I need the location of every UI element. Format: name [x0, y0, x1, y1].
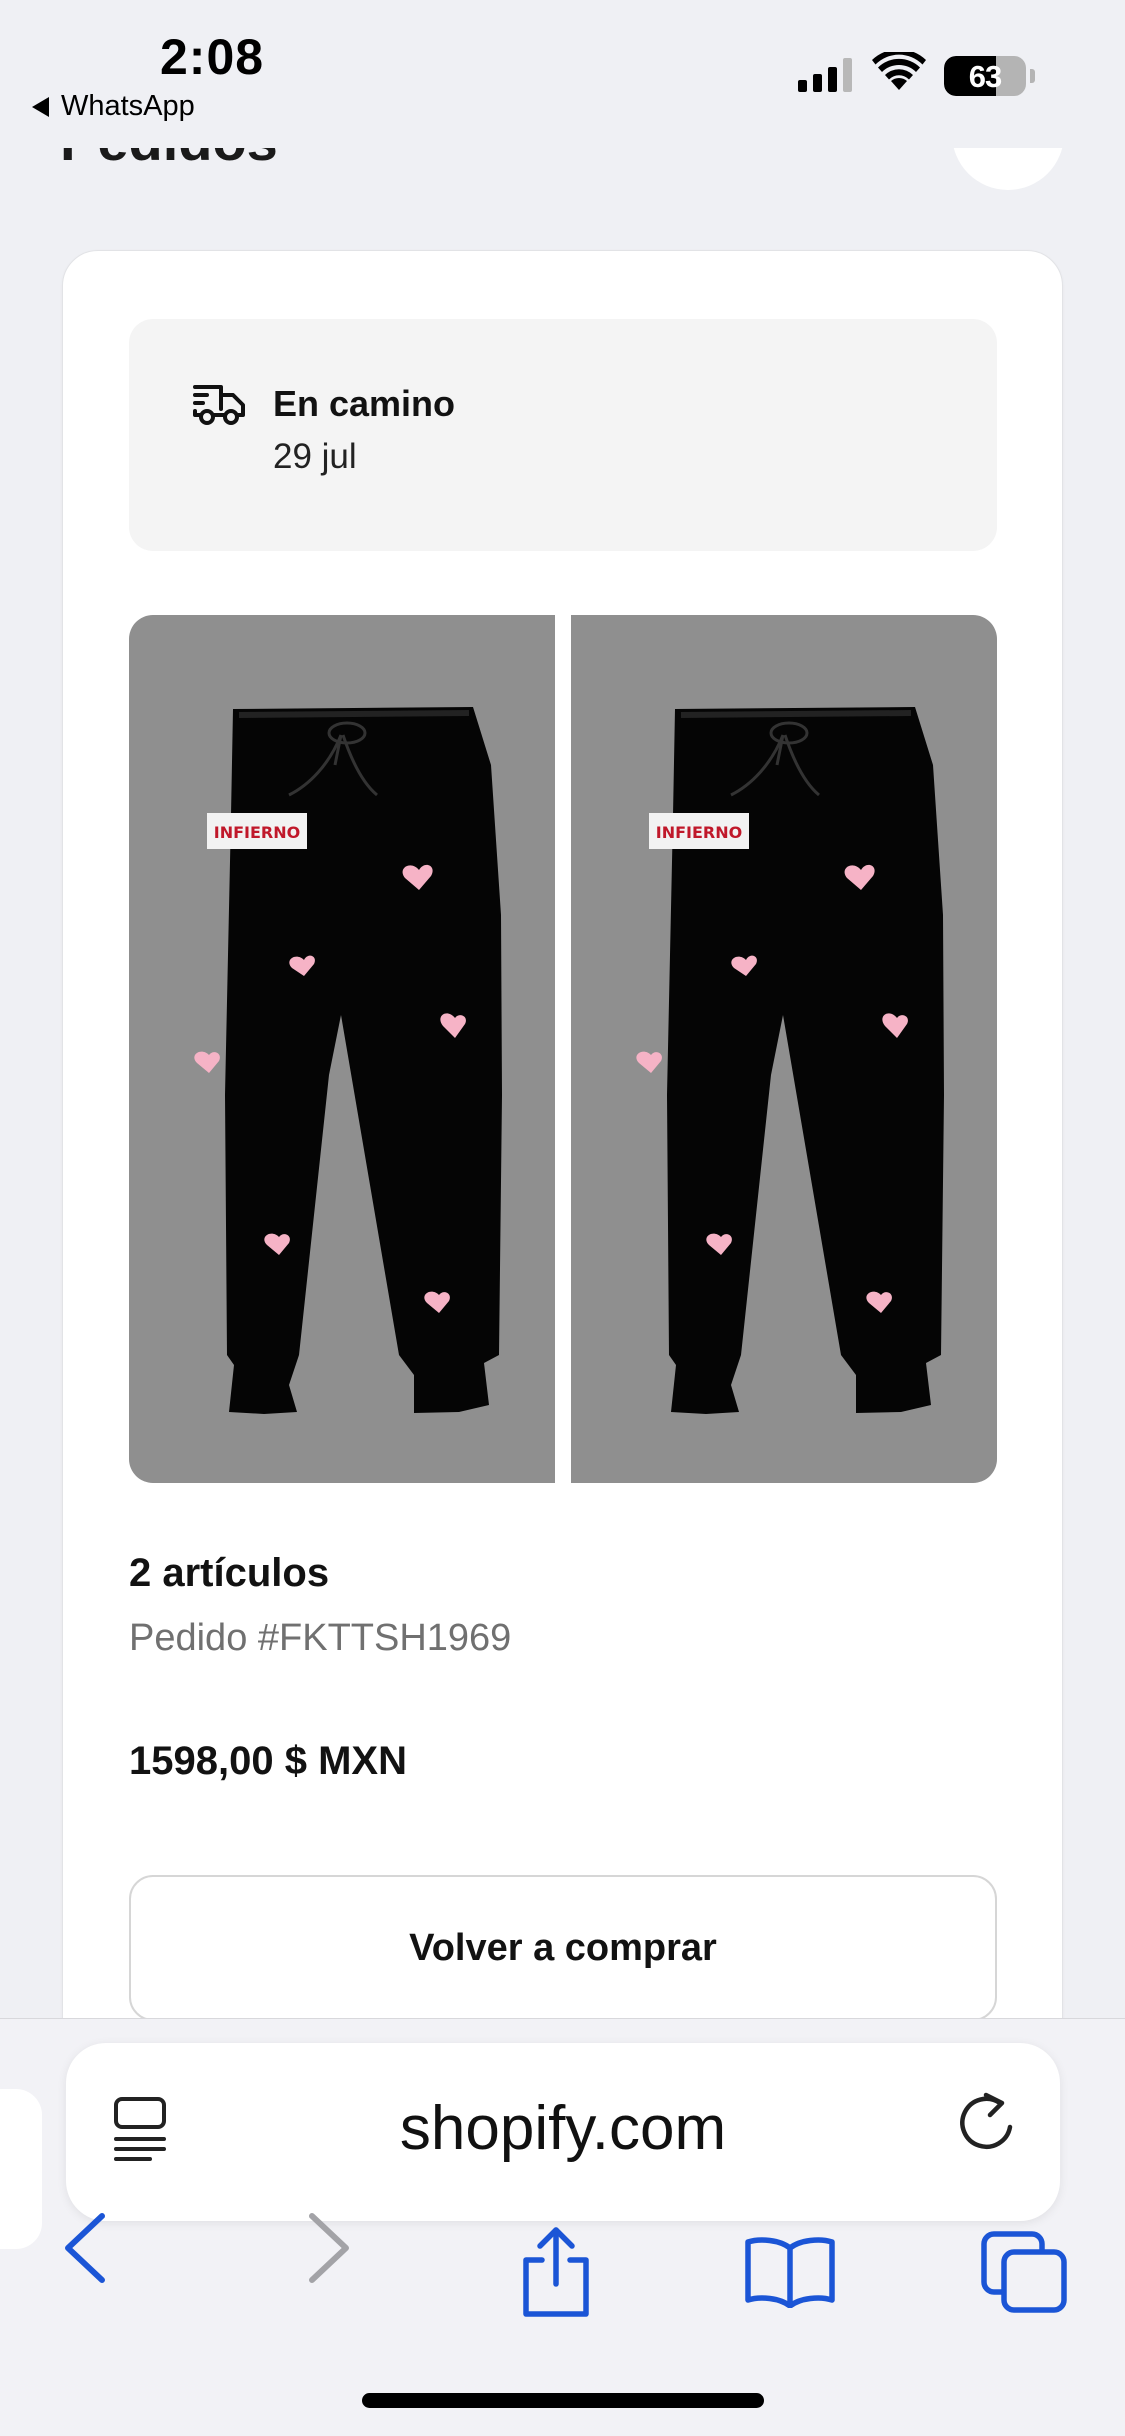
sweatpants-image: INFIERNO [636, 707, 944, 1414]
order-total: 1598,00 $ MXN [129, 1739, 407, 1783]
shipment-status-date: 29 jul [273, 437, 357, 476]
back-app-label: WhatsApp [61, 90, 195, 122]
forward-icon[interactable] [306, 2212, 352, 2284]
page-title-clipped: Pedidos [60, 148, 360, 162]
reload-icon[interactable] [956, 2089, 1018, 2159]
url-text[interactable]: shopify.com [66, 2093, 1060, 2164]
share-icon[interactable] [518, 2226, 594, 2318]
header-action-button[interactable] [952, 148, 1064, 190]
product-image[interactable]: INFIERNO [571, 615, 997, 1483]
status-time: 2:08 [160, 29, 265, 85]
wifi-icon [872, 52, 926, 90]
shipment-status-title: En camino [273, 383, 456, 424]
cellular-signal-icon [798, 58, 852, 92]
order-number: Pedido #FKTTSH1969 [129, 1617, 512, 1659]
product-image[interactable]: INFIERNO [129, 615, 555, 1483]
battery-percentage: 63 [968, 59, 1002, 94]
print-text: INFIERNO [656, 823, 742, 842]
items-count: 2 artículos [129, 1551, 330, 1595]
delivery-truck-icon [193, 385, 245, 425]
print-text: INFIERNO [214, 823, 300, 842]
home-indicator[interactable] [362, 2393, 764, 2408]
reorder-button[interactable]: Volver a comprar [129, 1875, 997, 2021]
bookmarks-icon[interactable] [744, 2234, 836, 2308]
back-icon[interactable] [62, 2212, 108, 2284]
sweatpants-image: INFIERNO [194, 707, 502, 1414]
status-bar: 2:08 WhatsApp 63 [0, 0, 1125, 140]
page-title: Pedidos [60, 148, 278, 162]
tabs-icon[interactable] [980, 2230, 1070, 2314]
back-triangle-icon [32, 96, 49, 117]
product-gallery[interactable]: INFIERNO INFIERNO [129, 615, 997, 1483]
address-bar[interactable]: shopify.com [66, 2043, 1060, 2221]
battery-icon: 63 [944, 56, 1035, 96]
previous-tab-preview[interactable] [0, 2089, 42, 2249]
order-card[interactable]: En camino 29 jul INFIERNO INFIERNO 2 art… [62, 250, 1063, 2150]
shipment-status-box: En camino 29 jul [129, 319, 997, 551]
back-to-app-button[interactable]: WhatsApp [32, 90, 195, 123]
